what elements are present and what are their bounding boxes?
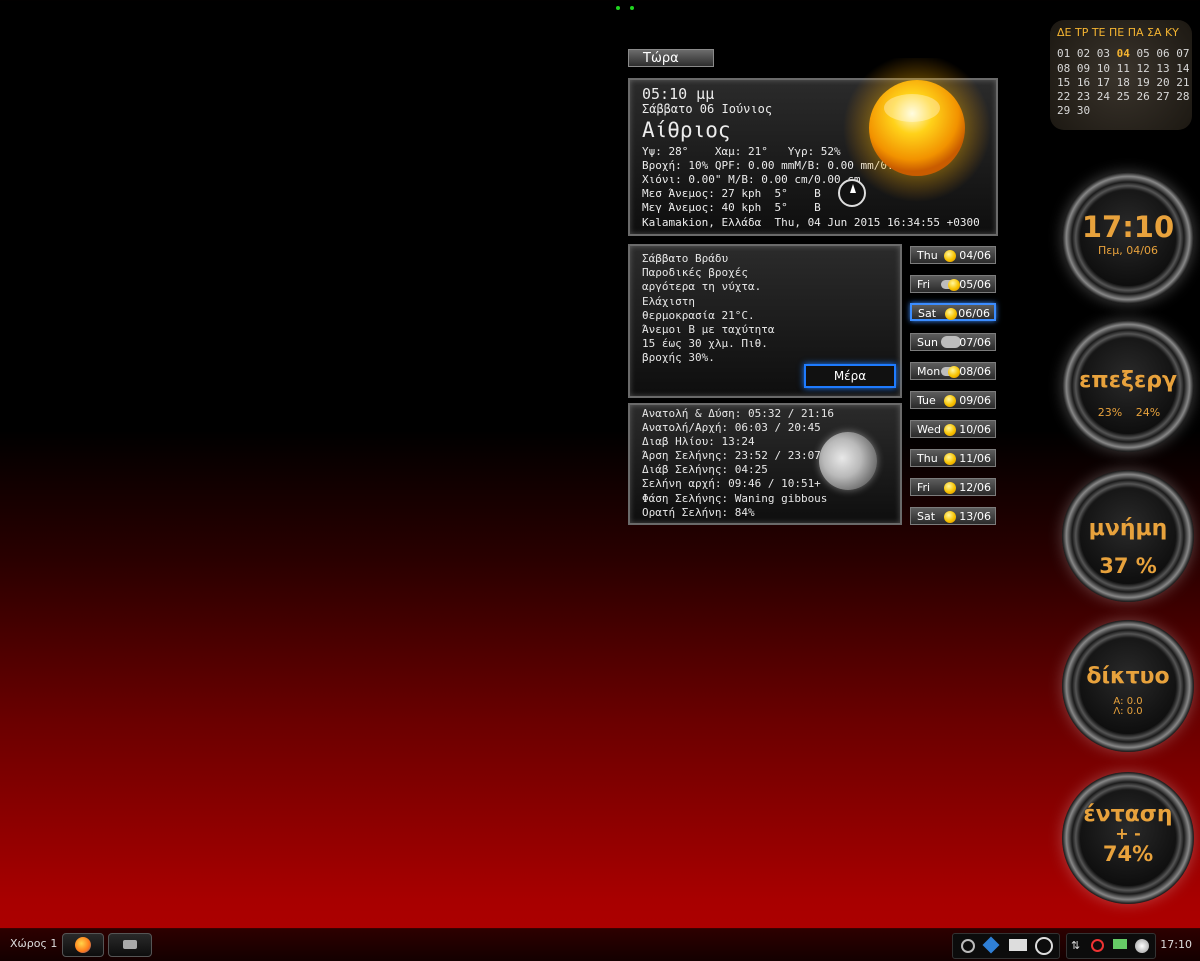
memory-label: μνήμη [1088,516,1168,541]
sun-icon [948,279,960,291]
quick-launch-tray [952,933,1060,959]
day-name: Sat [917,510,936,523]
current-time: 05:10 μμ [642,85,715,103]
day-tab-selected[interactable]: Sat 06/06 [910,303,996,321]
sun-icon [843,58,991,202]
day-button[interactable]: Μέρα [804,364,896,388]
volume-icon[interactable] [1135,939,1149,953]
cloud-icon [941,336,961,348]
cpu-core-2: 24% [1135,406,1161,419]
clock-gauge: 17:10 Πεμ, 04/06 [1062,172,1194,304]
day-date: 04/06 [959,249,991,262]
taskbar-clock[interactable]: 17:10 [1160,938,1192,951]
calendar-week: 01 02 03 04 05 06 07 [1057,47,1190,60]
calendar-week: 22 23 24 25 26 27 28 [1057,90,1190,103]
day-tab[interactable]: Thu 11/06 [910,449,996,467]
network-up: Λ: 0.0 [1113,706,1143,717]
day-date: 09/06 [959,394,991,407]
system-tray: ⇅ [1066,933,1156,959]
location-line: Kalamakion, Ελλάδα Thu, 04 Jun 2015 16:3… [642,216,980,229]
day-name: Mon [917,365,941,378]
day-tab[interactable]: Fri 12/06 [910,478,996,496]
day-tab[interactable]: Sun 07/06 [910,333,996,351]
cpu-gauge: επεξεργ 23% 24% [1062,320,1194,452]
day-name: Fri [917,278,931,291]
day-date: 05/06 [959,278,991,291]
sun-icon [948,366,960,378]
display-icon[interactable] [1113,939,1127,949]
network-icon[interactable]: ⇅ [1071,939,1087,953]
calendar-week: 08 09 10 11 12 13 14 [1057,62,1190,75]
app-launcher-icon [123,940,137,949]
day-tab[interactable]: Mon 08/06 [910,362,996,380]
calendar-widget: ΔΕ ΤΡ ΤΕ ΠΕ ΠΑ ΣΑ ΚΥ 01 02 03 04 05 06 0… [1050,20,1192,130]
day-date: 07/06 [959,336,991,349]
sun-icon [945,308,957,320]
astro-text: Ανατολή & Δύση: 05:32 / 21:16 Ανατολή/Αρ… [642,407,835,519]
day-name: Thu [917,249,938,262]
moon-icon [819,432,877,490]
day-tab[interactable]: Sat 13/06 [910,507,996,525]
sun-icon [944,511,956,523]
firefox-icon [75,937,91,953]
workspace-label[interactable]: Χώρος 1 [10,937,57,950]
sun-icon [944,395,956,407]
network-label: δίκτυο [1086,664,1170,689]
day-tab[interactable]: Tue 09/06 [910,391,996,409]
day-date: 06/06 [958,307,990,320]
current-date: Σάββατο 06 Ιούνιος [642,102,773,116]
gauge-clock-date: Πεμ, 04/06 [1098,244,1158,257]
day-date: 08/06 [959,365,991,378]
forecast-panel: Σάββατο Βράδυ Παροδικές βροχές αργότερα … [628,244,902,398]
sun-icon [944,482,956,494]
snow-line: Χιόνι: 0.00" M/B: 0.00 cm/0.00 cm [642,173,861,186]
gauge-clock-time: 17:10 [1081,210,1175,244]
current-condition: Αίθριος [642,118,731,142]
day-name: Tue [917,394,936,407]
top-indicator [616,6,636,12]
day-name: Wed [917,423,941,436]
memory-value: 37 % [1099,554,1157,578]
kodi-icon[interactable] [982,936,1000,954]
monitor-icon[interactable] [1009,939,1027,951]
app-launcher-button[interactable] [108,933,152,957]
wind-compass-icon [838,179,866,207]
day-tab[interactable]: Wed 10/06 [910,420,996,438]
wind-avg-line: Μεσ Άνεμος: 27 kph 5° Β [642,187,821,200]
volume-controls[interactable]: + - [1062,824,1194,843]
search-icon[interactable] [961,939,975,953]
calendar-today: 04 [1116,47,1130,60]
temp-line: Υψ: 28° Χαμ: 21° Υγρ: 52% [642,145,841,158]
day-name: Sat [918,307,937,320]
volume-value: 74% [1102,842,1154,866]
day-tab[interactable]: Thu 04/06 [910,246,996,264]
calendar-week: 15 16 17 18 19 20 21 [1057,76,1190,89]
day-name: Thu [917,452,938,465]
day-date: 11/06 [959,452,991,465]
firefox-button[interactable] [62,933,104,957]
day-name: Fri [917,481,931,494]
day-tab[interactable]: Fri 05/06 [910,275,996,293]
forecast-text: Σάββατο Βράδυ Παροδικές βροχές αργότερα … [642,252,775,365]
network-gauge: δίκτυο Α: 0.0 Λ: 0.0 [1062,620,1194,752]
wind-max-line: Μεγ Άνεμος: 40 kph 5° Β [642,201,821,214]
memory-gauge: μνήμη 37 % [1062,470,1194,602]
day-date: 10/06 [959,423,991,436]
taskbar: Χώρος 1 ⇅ 17:10 [0,928,1200,961]
volume-gauge[interactable]: ένταση + - 74% [1062,772,1194,904]
day-date: 13/06 [959,510,991,523]
sun-icon [944,250,956,262]
day-date: 12/06 [959,481,991,494]
day-name: Sun [917,336,938,349]
now-tab[interactable]: Τώρα [628,49,714,67]
calendar-weekdays: ΔΕ ΤΡ ΤΕ ΠΕ ΠΑ ΣΑ ΚΥ [1057,26,1179,39]
alarm-icon[interactable] [1091,939,1104,952]
calendar-week: 29 30 [1057,104,1091,117]
cpu-label: επεξεργ [1079,368,1177,393]
sun-icon [944,453,956,465]
sun-icon [944,424,956,436]
power-icon[interactable] [1035,937,1053,955]
